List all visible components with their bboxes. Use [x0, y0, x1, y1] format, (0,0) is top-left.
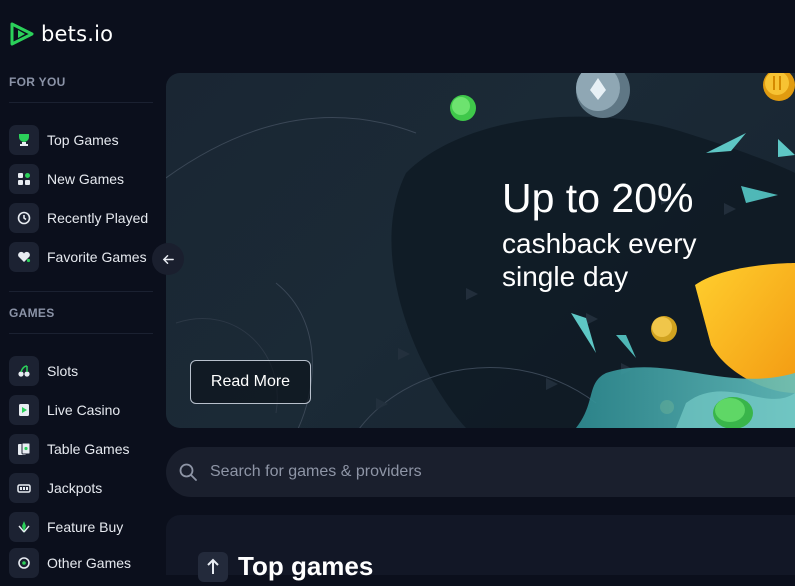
sidebar-item-label: Feature Buy [47, 519, 124, 535]
search-bar[interactable] [166, 447, 795, 497]
new-games-icon [9, 164, 39, 194]
sidebar-item-feature-buy[interactable]: Feature Buy [9, 511, 153, 543]
promo-subtitle: cashback every single day [502, 228, 697, 292]
search-icon [179, 463, 197, 481]
sidebar-item-other-games[interactable]: Other Games [9, 547, 153, 579]
sidebar-item-label: Live Casino [47, 402, 121, 418]
sidebar-item-label: Top Games [47, 132, 119, 148]
sidebar-item-label: Other Games [47, 555, 132, 571]
jackpot-icon [9, 473, 39, 503]
heart-icon [9, 242, 39, 272]
promo-title: Up to 20% [502, 175, 694, 221]
sidebar-item-label: Favorite Games [47, 249, 147, 265]
sidebar-item-label: Recently Played [47, 210, 149, 226]
sidebar-item-label: New Games [47, 171, 125, 187]
sidebar-item-recently-played[interactable]: Recently Played [9, 202, 153, 234]
sidebar: bets.io FOR YOU Top Games New Games Rece… [0, 0, 153, 578]
brand-logo[interactable]: bets.io [9, 21, 113, 47]
collapse-sidebar-button[interactable] [152, 243, 184, 275]
section-title-games: GAMES [9, 306, 55, 320]
sidebar-item-jackpots[interactable]: Jackpots [9, 472, 153, 504]
sidebar-item-label: Jackpots [47, 480, 103, 496]
live-card-icon [9, 395, 39, 425]
search-input[interactable] [208, 462, 612, 482]
sidebar-item-label: Slots [47, 363, 79, 379]
trending-icon [198, 552, 228, 582]
divider [9, 291, 153, 292]
sidebar-item-new-games[interactable]: New Games [9, 163, 153, 195]
feature-buy-icon [9, 512, 39, 542]
sidebar-item-favorite-games[interactable]: Favorite Games [9, 241, 153, 273]
section-title-for-you: FOR YOU [9, 75, 66, 89]
arrow-left-icon [162, 254, 174, 264]
cherries-icon [9, 356, 39, 386]
divider [9, 333, 153, 334]
sidebar-item-table-games[interactable]: Table Games [9, 433, 153, 465]
brand-name: bets.io [41, 22, 114, 46]
trophy-icon [9, 125, 39, 155]
sidebar-item-label: Table Games [47, 441, 130, 457]
section-title-top-games: Top games [238, 551, 374, 581]
bets-logo-icon [10, 22, 34, 46]
promo-banner[interactable]: Up to 20% cashback every single day Read… [166, 73, 795, 428]
table-cards-icon [9, 434, 39, 464]
sidebar-item-live-casino[interactable]: Live Casino [9, 394, 153, 426]
sidebar-item-top-games[interactable]: Top Games [9, 124, 153, 156]
history-icon [9, 203, 39, 233]
top-games-section: Top games [166, 515, 795, 582]
sidebar-item-slots[interactable]: Slots [9, 355, 153, 387]
read-more-button[interactable]: Read More [190, 360, 311, 404]
divider [9, 102, 153, 103]
other-games-icon [9, 548, 39, 578]
